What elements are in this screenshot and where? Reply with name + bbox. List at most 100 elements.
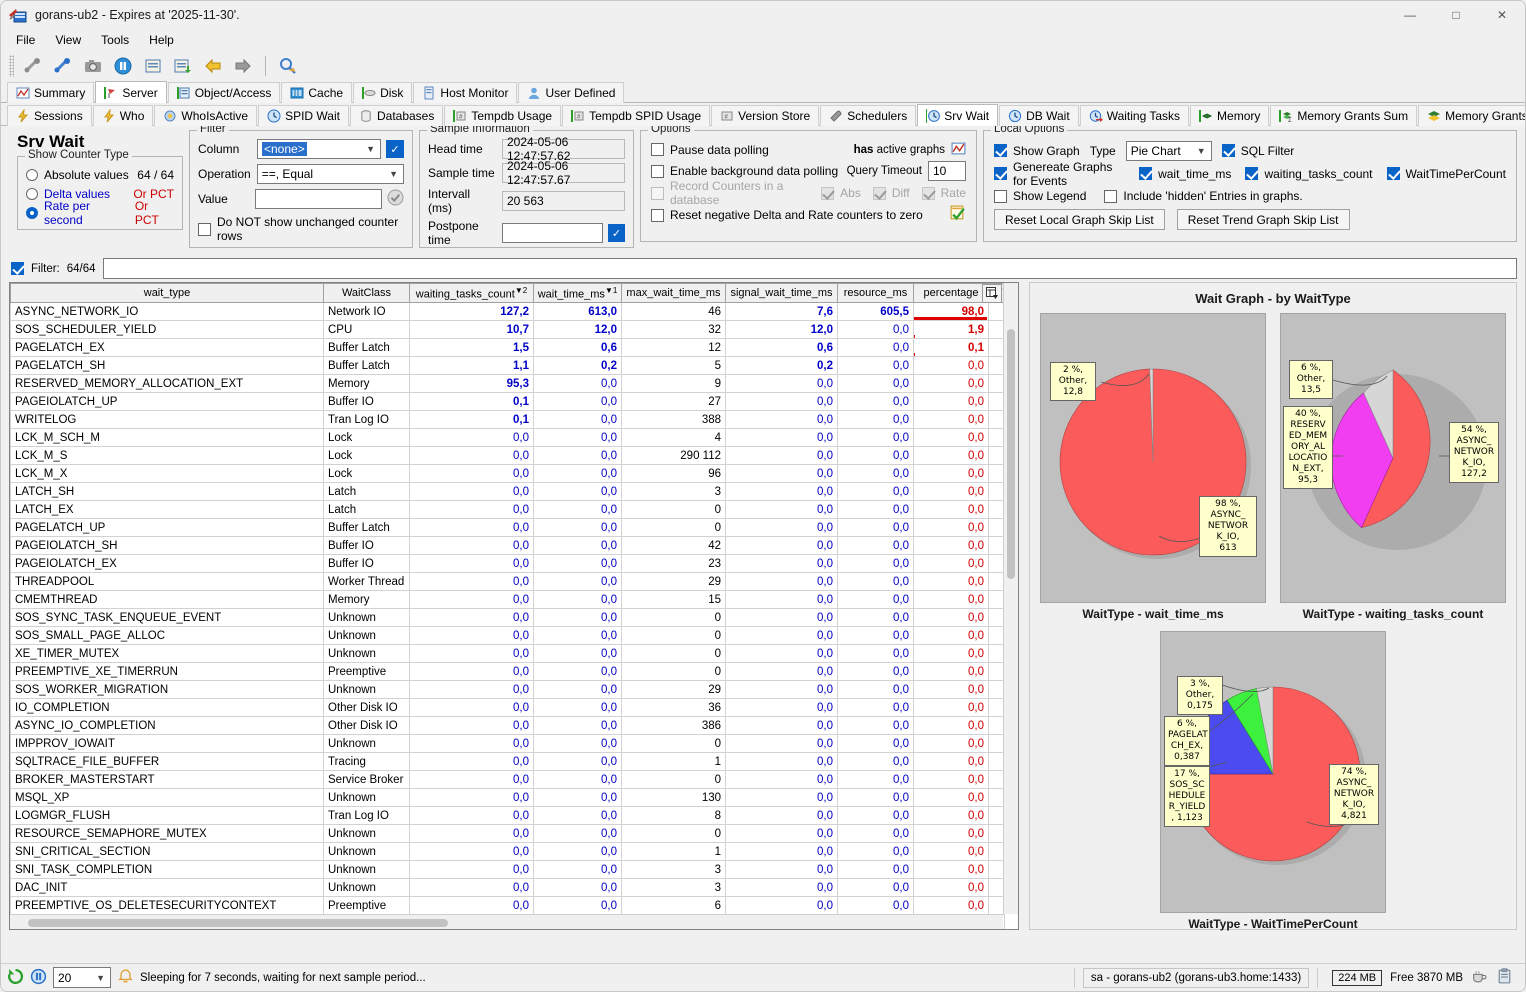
back-arrow-icon[interactable] (198, 52, 228, 80)
minimize-button[interactable]: — (1387, 1, 1433, 29)
pause-icon[interactable] (108, 52, 138, 80)
table-row[interactable]: CMEMTHREAD Memory 0,0 0,0 15 0,0 0,0 0,0 (10, 590, 1005, 609)
filter-unchanged-rows-checkbox[interactable]: Do NOT show unchanged counter rows (198, 215, 404, 243)
radio-rate-per-second-marker[interactable] (26, 206, 38, 219)
col-header-waitclass[interactable]: WaitClass (323, 283, 410, 303)
reset-local-graph-skip-list-button[interactable]: Reset Local Graph Skip List (994, 209, 1165, 230)
tab-memory-grants-sum[interactable]: Σ Memory Grants Sum (1270, 105, 1418, 126)
table-row[interactable]: MSQL_XP Unknown 0,0 0,0 130 0,0 0,0 0,0 (10, 788, 1005, 807)
memory-used-chip[interactable]: 224 MB (1332, 969, 1383, 986)
forward-arrow-icon[interactable] (228, 52, 258, 80)
menu-file[interactable]: File (7, 31, 44, 49)
filter-value-input[interactable] (255, 189, 382, 209)
table-row[interactable]: SOS_WORKER_MIGRATION Unknown 0,0 0,0 29 0,0 0,… (10, 680, 1005, 699)
reset-trend-graph-skip-list-button[interactable]: Reset Trend Graph Skip List (1176, 209, 1350, 230)
camera-icon[interactable] (78, 52, 108, 80)
quick-filter-checkbox[interactable] (11, 262, 24, 275)
pause-icon[interactable] (30, 968, 47, 988)
table-row[interactable]: BROKER_MASTERSTART Service Broker 0,0 0,0 0 0… (10, 770, 1005, 789)
postpone-time-input[interactable] (501, 223, 603, 243)
col-header-percentage[interactable]: percentage (913, 283, 989, 303)
apply-config-icon[interactable] (949, 205, 966, 225)
tab-server[interactable]: Server (95, 81, 167, 103)
checkbox-marker[interactable] (1386, 167, 1400, 180)
toolbar-gripper[interactable] (9, 54, 14, 77)
active-graphs-icon[interactable] (951, 141, 966, 159)
table-row[interactable]: SOS_SYNC_TASK_ENQUEUE_EVENT Unknown 0,0 0,0… (10, 608, 1005, 627)
tab-version-store[interactable]: # Version Store (711, 105, 820, 126)
tab-tempdb-spid-usage[interactable]: # Tempdb SPID Usage (562, 105, 711, 126)
filter-column-select[interactable]: <none> ▼ (257, 139, 381, 159)
radio-rate-per-second[interactable]: Rate per second Or PCT (26, 199, 174, 227)
quick-filter-input[interactable] (102, 258, 1517, 279)
table-row[interactable]: LCK_M_SCH_M Lock 0,0 0,0 4 0,0 0,0 0,0 (10, 428, 1005, 447)
table-row[interactable]: THREADPOOL Worker Thread 0,0 0,0 29 0,0 0,0 0,0 (10, 572, 1005, 591)
tab-schedulers[interactable]: Schedulers (820, 105, 917, 126)
bell-icon[interactable] (117, 968, 134, 988)
postpone-apply-button[interactable]: ✓ (607, 224, 625, 242)
table-row[interactable]: WRITELOG Tran Log IO 0,1 0,0 388 0,0 0,0 0,0 (10, 410, 1005, 429)
checkbox-marker[interactable] (1104, 189, 1118, 203)
checkbox-marker[interactable] (994, 167, 1007, 180)
tab-db-wait[interactable]: DB Wait (999, 105, 1079, 126)
report-icon[interactable] (138, 52, 168, 80)
col-header-max-wait-time-ms[interactable]: max_wait_time_ms (621, 283, 726, 303)
table-row[interactable]: PAGEIOLATCH_SH Buffer IO 0,0 0,0 42 0,0 0,0 0,0 (10, 536, 1005, 555)
radio-absolute-values[interactable]: Absolute values 64 / 64 (26, 165, 174, 184)
checkbox-marker[interactable] (1221, 144, 1235, 157)
report-save-icon[interactable] (168, 52, 198, 80)
table-row[interactable]: PREEMPTIVE_XE_TIMERRUN Preemptive 0,0 0,0 0 0… (10, 662, 1005, 681)
table-row[interactable]: SOS_SCHEDULER_YIELD CPU 10,7 12,0 32 12,0 0,0 1… (10, 320, 1005, 339)
checkbox-marker[interactable] (198, 222, 211, 236)
tab-waiting-tasks[interactable]: Waiting Tasks (1079, 105, 1190, 126)
menu-help[interactable]: Help (140, 31, 183, 49)
waittimepercount-checkbox[interactable]: WaitTimePerCount (1386, 167, 1506, 181)
checkbox-marker[interactable] (1245, 167, 1259, 180)
col-header-resource-ms[interactable]: resource_ms (837, 283, 914, 303)
pie-chart-waittimepercount[interactable]: 3 %, Other, 0,175 6 %, PAGELAT CH_EX, 0,… (1160, 631, 1386, 913)
table-row[interactable]: LOGMGR_FLUSH Tran Log IO 0,0 0,0 8 0,0 0,0 0,0 (10, 806, 1005, 825)
refresh-interval-select[interactable]: 20 ▼ (53, 967, 111, 988)
tab-tempdb-usage[interactable]: # Tempdb Usage (444, 105, 562, 126)
tab-memory-grants[interactable]: Memory Grants (1418, 105, 1525, 126)
tab-memory[interactable]: Memory (1190, 105, 1270, 126)
coffee-icon[interactable] (1471, 968, 1488, 988)
show-legend-checkbox[interactable]: Show Legend (994, 189, 1086, 203)
col-header-wait-time-ms[interactable]: wait_time_ms▼1 (533, 283, 622, 303)
query-timeout-input[interactable]: 10 (928, 161, 966, 181)
filter-operation-select[interactable]: ==, Equal ▼ (256, 164, 404, 184)
column-chooser-icon[interactable] (982, 284, 1002, 303)
table-row[interactable]: LCK_M_X Lock 0,0 0,0 96 0,0 0,0 0,0 (10, 464, 1005, 483)
table-row[interactable]: RESOURCE_SEMAPHORE_MUTEX Unknown 0,0 0,0 0 0,… (10, 824, 1005, 843)
grid-vertical-scroll-thumb[interactable] (1007, 329, 1015, 579)
table-row[interactable]: ASYNC_NETWORK_IO Network IO 127,2 613,0 46 7,… (10, 302, 1005, 321)
table-row[interactable]: PAGEIOLATCH_UP Buffer IO 0,1 0,0 27 0,0 0,0 0,0 (10, 392, 1005, 411)
pause-data-polling-checkbox[interactable]: Pause data polling (651, 143, 769, 157)
checkbox-marker[interactable] (1139, 167, 1153, 180)
tab-who[interactable]: Who (92, 105, 154, 126)
table-row[interactable]: PAGELATCH_EX Buffer Latch 1,5 0,6 12 0,6 0,0 0,… (10, 338, 1005, 357)
table-row[interactable]: PREEMPTIVE_OS_DELETESECURITYCONTEXT Preem… (10, 896, 1005, 915)
inspect-icon[interactable] (273, 52, 303, 80)
waiting-tasks-count-checkbox[interactable]: waiting_tasks_count (1245, 167, 1373, 181)
col-header-wait-type[interactable]: wait_type (10, 283, 324, 303)
generate-graphs-checkbox[interactable]: Genereate Graphs for Events (994, 160, 1125, 188)
tab-summary[interactable]: Summary (7, 82, 95, 103)
filter-value-apply-icon[interactable] (387, 189, 404, 209)
table-row[interactable]: XE_TIMER_MUTEX Unknown 0,0 0,0 0 0,0 0,0 0,0 (10, 644, 1005, 663)
tab-spid-wait[interactable]: SPID Wait (258, 105, 349, 126)
checkbox-marker[interactable] (651, 208, 664, 222)
table-row[interactable]: PAGELATCH_UP Buffer Latch 0,0 0,0 0 0,0 0,0 0,0 (10, 518, 1005, 537)
sql-filter-checkbox[interactable]: SQL Filter (1221, 144, 1294, 158)
wait-time-ms-checkbox[interactable]: wait_time_ms (1139, 167, 1231, 181)
enable-background-polling-checkbox[interactable]: Enable background data polling (651, 164, 838, 178)
table-row[interactable]: PAGELATCH_SH Buffer Latch 1,1 0,2 5 0,2 0,0 0,0 (10, 356, 1005, 375)
pie-chart-waiting-tasks-count[interactable]: 6 %, Other, 13,5 40 %, RESERV ED_MEM ORY… (1280, 313, 1506, 603)
checkbox-marker[interactable] (994, 144, 1007, 157)
connect-icon[interactable] (18, 52, 48, 80)
filter-column-apply-button[interactable]: ✓ (386, 140, 404, 158)
tab-sessions[interactable]: Sessions (7, 105, 92, 126)
grid-horizontal-scroll-thumb[interactable] (28, 919, 448, 927)
table-row[interactable]: LCK_M_S Lock 0,0 0,0 290 112 0,0 0,0 0,0 (10, 446, 1005, 465)
checkbox-marker[interactable] (651, 143, 664, 156)
